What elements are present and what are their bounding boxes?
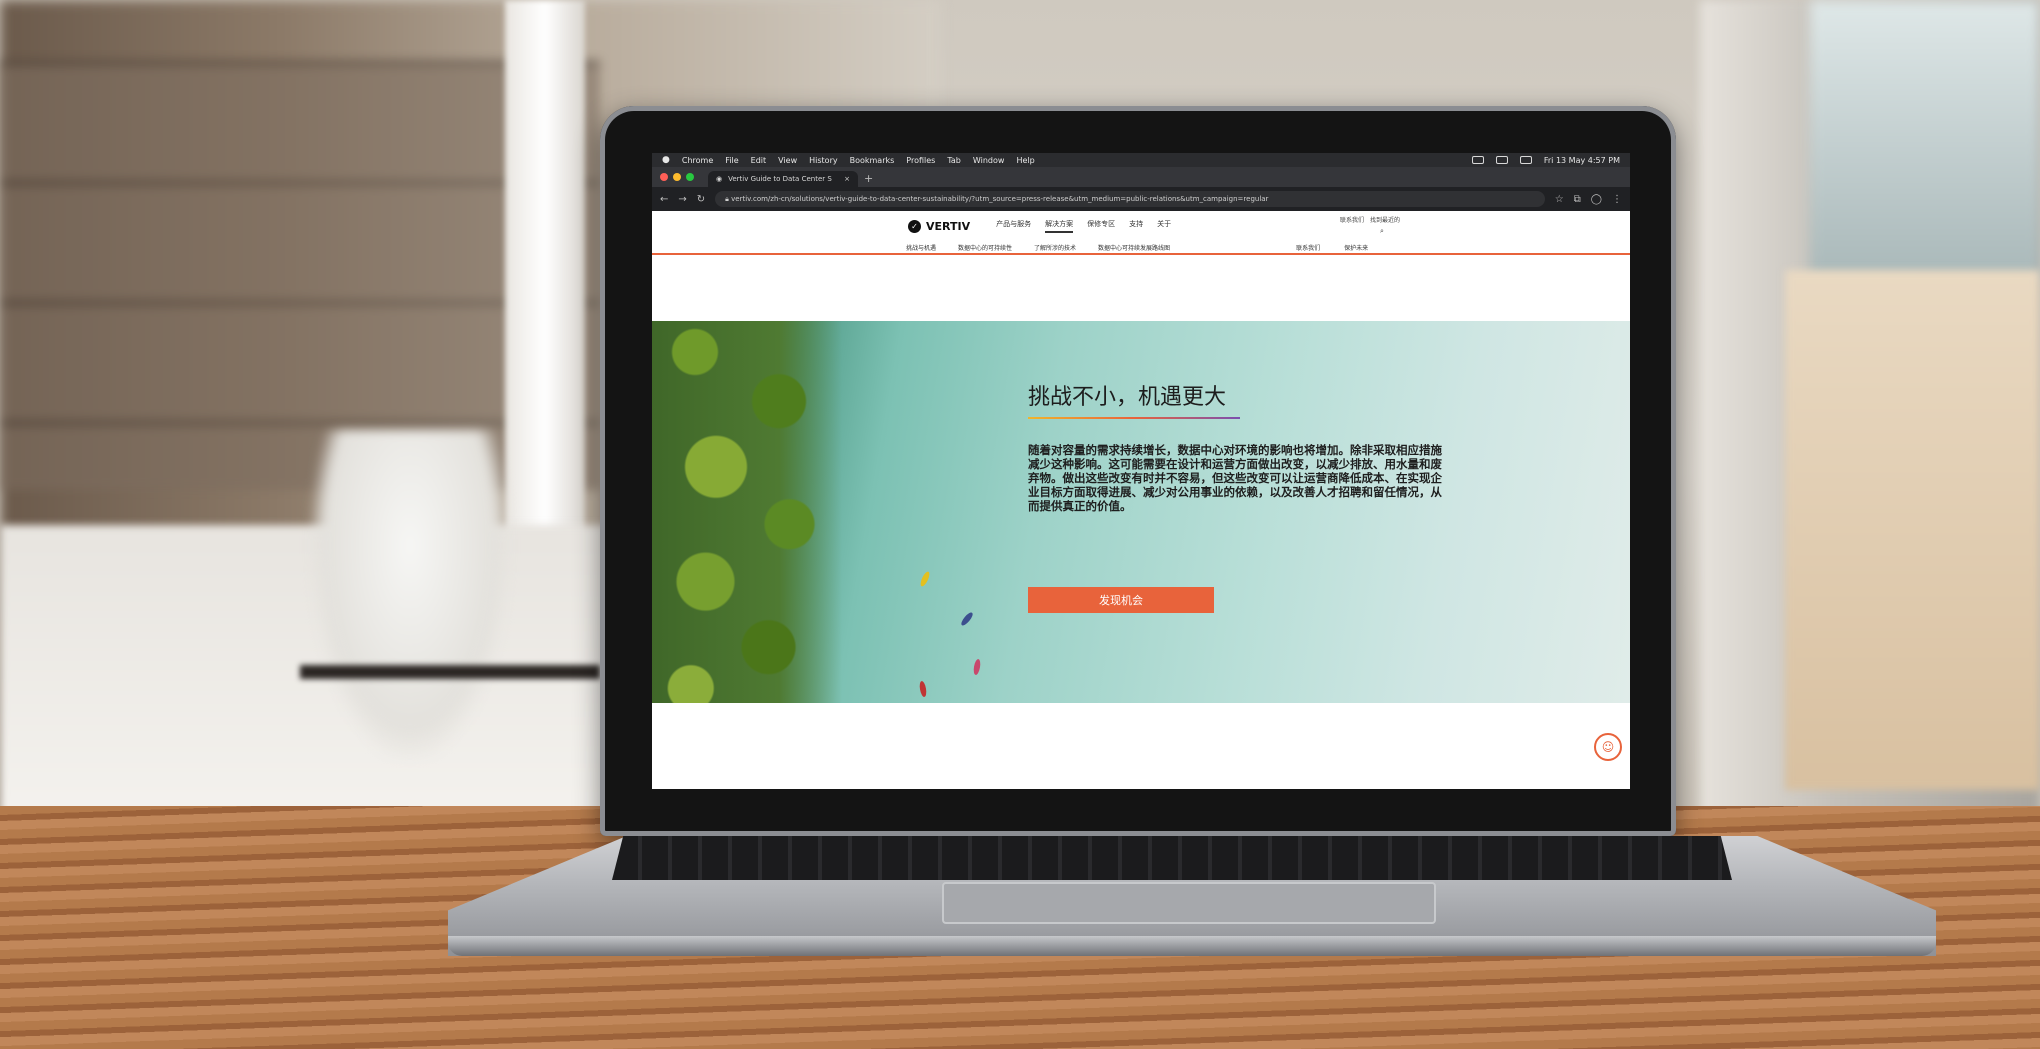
window-controls xyxy=(660,167,694,187)
nav-solutions[interactable]: 解决方案 xyxy=(1045,219,1074,233)
close-tab-icon[interactable]: × xyxy=(844,175,850,183)
logo-text: VERTIV xyxy=(926,219,971,233)
menu-help[interactable]: Help xyxy=(1016,156,1034,165)
kayak-yellow xyxy=(918,570,932,588)
browser-toolbar: ← → ↻ 🔒︎ vertiv.com/zh-cn/solutions/vert… xyxy=(652,187,1630,211)
kayak-pink xyxy=(972,658,982,676)
laptop-base-edge xyxy=(448,936,1936,956)
maximize-window-icon[interactable] xyxy=(686,173,694,181)
profile-icon[interactable]: ◯ xyxy=(1591,194,1602,205)
nav-support[interactable]: 支持 xyxy=(1129,219,1143,233)
menu-profiles[interactable]: Profiles xyxy=(906,156,935,165)
subnav-contact[interactable]: 联系我们 xyxy=(1296,243,1320,252)
browser-tab-bar: ◉ Vertiv Guide to Data Center S × + xyxy=(652,167,1630,187)
subnav-challenges[interactable]: 挑战与机遇 xyxy=(906,243,936,252)
hero-mangrove-image xyxy=(652,321,842,703)
lock-icon: 🔒︎ xyxy=(725,194,729,203)
close-window-icon[interactable] xyxy=(660,173,668,181)
chat-icon[interactable]: ☺ xyxy=(1594,733,1622,761)
new-tab-button[interactable]: + xyxy=(864,171,873,187)
subnav-protect-future[interactable]: 保护未来 xyxy=(1344,243,1368,252)
control-center-icon[interactable] xyxy=(1519,156,1532,164)
title-gradient-rule xyxy=(1028,417,1240,419)
find-nearest-link[interactable]: 找到最近的 xyxy=(1370,215,1400,224)
sub-nav: 挑战与机遇 数据中心的可持续性 了解所涉的技术 数据中心可持续发展路线图 联系我… xyxy=(652,241,1630,255)
menu-history[interactable]: History xyxy=(809,156,837,165)
reload-icon[interactable]: ↻ xyxy=(697,194,705,205)
menu-file[interactable]: File xyxy=(725,156,738,165)
apple-icon[interactable]: ● xyxy=(662,155,670,165)
address-url: vertiv.com/zh-cn/solutions/vertiv-guide-… xyxy=(731,195,1269,203)
battery-icon[interactable] xyxy=(1471,156,1484,164)
discover-opportunity-button[interactable]: 发现机会 xyxy=(1028,587,1214,613)
menu-edit[interactable]: Edit xyxy=(751,156,767,165)
favicon-icon: ◉ xyxy=(716,175,723,183)
vertiv-logo-icon: ✓ xyxy=(908,219,921,233)
kayak-red xyxy=(918,680,928,698)
wifi-icon[interactable] xyxy=(1495,156,1508,164)
forward-icon[interactable]: → xyxy=(678,194,686,205)
laptop-trackpad xyxy=(942,882,1436,924)
back-icon[interactable]: ← xyxy=(660,194,668,205)
utility-links: 联系我们 找到最近的 ⌕ xyxy=(1340,215,1400,236)
laptop-screen: ● Chrome File Edit View History Bookmark… xyxy=(652,153,1630,789)
menu-bookmarks[interactable]: Bookmarks xyxy=(850,156,895,165)
nav-about[interactable]: 关于 xyxy=(1157,219,1171,233)
hero-body: 随着对容量的需求持续增长，数据中心对环境的影响也将增加。除非采取相应措施减少这种… xyxy=(1028,443,1442,513)
background-window xyxy=(1810,0,2040,280)
menu-app-name[interactable]: Chrome xyxy=(682,156,713,165)
tab-title: Vertiv Guide to Data Center S xyxy=(728,175,832,183)
vertiv-logo[interactable]: ✓ VERTIV xyxy=(908,219,971,233)
address-bar[interactable]: 🔒︎ vertiv.com/zh-cn/solutions/vertiv-gui… xyxy=(715,191,1545,207)
web-page: ✓ VERTIV 产品与服务 解决方案 保修专区 支持 关于 联系我们 找到最近… xyxy=(652,211,1630,789)
menu-window[interactable]: Window xyxy=(973,156,1005,165)
nav-warranty[interactable]: 保修专区 xyxy=(1087,219,1115,233)
menu-tab[interactable]: Tab xyxy=(947,156,961,165)
subnav-right-group: 联系我们 保护未来 xyxy=(1296,243,1368,252)
menu-clock[interactable]: Fri 13 May 4:57 PM xyxy=(1544,156,1620,165)
site-header: ✓ VERTIV 产品与服务 解决方案 保修专区 支持 关于 联系我们 找到最近… xyxy=(652,211,1630,241)
minimize-window-icon[interactable] xyxy=(673,173,681,181)
main-nav: 产品与服务 解决方案 保修专区 支持 关于 xyxy=(996,219,1171,233)
browser-menu-icon[interactable]: ⋮ xyxy=(1612,194,1622,205)
subnav-roadmap[interactable]: 数据中心可持续发展路线图 xyxy=(1098,243,1170,252)
bookmark-star-icon[interactable]: ☆ xyxy=(1555,194,1564,205)
nav-products[interactable]: 产品与服务 xyxy=(996,219,1031,233)
hero-content: 挑战不小，机遇更大 随着对容量的需求持续增长，数据中心对环境的影响也将增加。除非… xyxy=(1028,379,1448,513)
hero-title: 挑战不小，机遇更大 xyxy=(1028,385,1227,410)
kayak-blue xyxy=(959,610,975,628)
browser-tab-active[interactable]: ◉ Vertiv Guide to Data Center S × xyxy=(708,171,858,187)
subnav-technology[interactable]: 了解所涉的技术 xyxy=(1034,243,1076,252)
hero-banner: 挑战不小，机遇更大 随着对容量的需求持续增长，数据中心对环境的影响也将增加。除非… xyxy=(652,321,1630,703)
mac-menu-bar: ● Chrome File Edit View History Bookmark… xyxy=(652,153,1630,167)
search-icon[interactable]: ⌕ xyxy=(1380,227,1384,236)
menu-view[interactable]: View xyxy=(778,156,797,165)
extensions-icon[interactable]: ⧉ xyxy=(1574,194,1581,205)
subnav-sustainability[interactable]: 数据中心的可持续性 xyxy=(958,243,1012,252)
contact-link[interactable]: 联系我们 xyxy=(1340,215,1364,224)
laptop-keyboard xyxy=(612,836,1732,880)
background-chair xyxy=(1785,270,2040,790)
